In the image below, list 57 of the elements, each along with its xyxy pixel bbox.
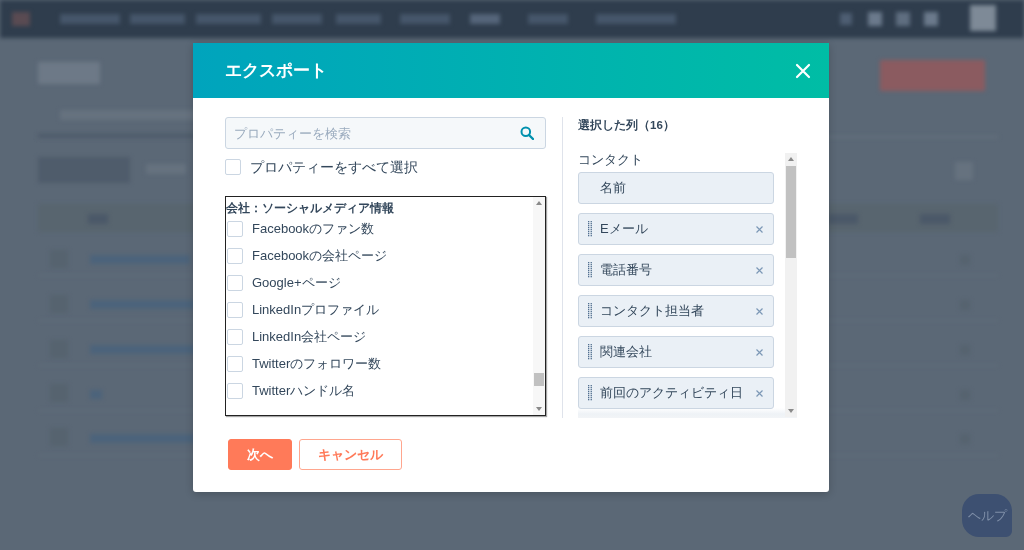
property-label[interactable]: Twitterのフォロワー数	[252, 355, 382, 372]
selected-column-item[interactable]: Eメール	[578, 213, 774, 245]
property-label[interactable]: LinkedInプロファイル	[252, 301, 380, 318]
cross-icon	[756, 307, 763, 315]
close-icon	[795, 62, 811, 79]
property-label[interactable]: Facebookのファン数	[252, 220, 375, 237]
scrollbar-track[interactable]	[533, 197, 545, 415]
selected-column-item[interactable]: コンタクト担当者	[578, 295, 774, 327]
property-checkbox[interactable]	[227, 355, 243, 372]
remove-button[interactable]	[756, 307, 763, 315]
selected-column-item[interactable]: 前回のアクティビティ日	[578, 377, 774, 409]
drag-handle-icon[interactable]	[588, 385, 592, 401]
property-label[interactable]: LinkedIn会社ページ	[252, 328, 367, 345]
scroll-down-icon[interactable]	[788, 409, 794, 413]
column-label: 電話番号	[600, 262, 653, 278]
cross-icon	[756, 225, 763, 233]
selected-count-title: 選択した列（16）	[578, 118, 676, 133]
select-all-label[interactable]: プロパティーをすべて選択	[250, 159, 418, 175]
drag-handle-icon[interactable]	[588, 344, 592, 360]
group-heading: 会社：ソーシャルメディア情報	[226, 201, 395, 215]
column-label: 名前	[600, 180, 627, 196]
property-checkbox[interactable]	[227, 382, 243, 399]
select-all-checkbox[interactable]	[225, 159, 241, 175]
drag-handle-icon[interactable]	[588, 221, 592, 237]
column-label: 前回のアクティビティ日	[600, 385, 744, 401]
scrollbar-thumb[interactable]	[534, 373, 544, 386]
selected-column-item[interactable]: 関連会社	[578, 336, 774, 368]
property-checkbox[interactable]	[227, 247, 243, 264]
remove-button[interactable]	[756, 389, 763, 397]
selected-column-item[interactable]: 名前	[578, 172, 774, 204]
close-button[interactable]	[795, 62, 811, 79]
drag-handle-icon[interactable]	[588, 262, 592, 278]
scroll-up-icon[interactable]	[788, 157, 794, 161]
remove-button[interactable]	[756, 348, 763, 356]
property-checkbox[interactable]	[227, 220, 243, 237]
scrollbar-thumb[interactable]	[786, 166, 796, 258]
property-checkbox[interactable]	[227, 274, 243, 291]
property-label[interactable]: Google+ページ	[252, 274, 341, 291]
cross-icon	[756, 266, 763, 274]
search-icon	[520, 126, 534, 140]
dialog-title: エクスポート	[225, 60, 327, 81]
property-label[interactable]: Twitterハンドル名	[252, 382, 356, 399]
column-label: 関連会社	[600, 344, 653, 360]
property-checkbox[interactable]	[227, 328, 243, 345]
column-label: Eメール	[600, 221, 649, 237]
selected-column-item[interactable]: 電話番号	[578, 254, 774, 286]
property-label[interactable]: Facebookの会社ページ	[252, 247, 388, 264]
group-heading: コンタクト	[578, 152, 644, 168]
cross-icon	[756, 348, 763, 356]
search-field[interactable]: プロパティーを検索	[225, 117, 546, 149]
remove-button[interactable]	[756, 266, 763, 274]
scrollbar-track[interactable]	[785, 153, 797, 417]
column-label: コンタクト担当者	[600, 303, 705, 319]
remove-button[interactable]	[756, 225, 763, 233]
cross-icon	[756, 389, 763, 397]
property-checkbox[interactable]	[227, 301, 243, 318]
drag-handle-icon[interactable]	[588, 303, 592, 319]
